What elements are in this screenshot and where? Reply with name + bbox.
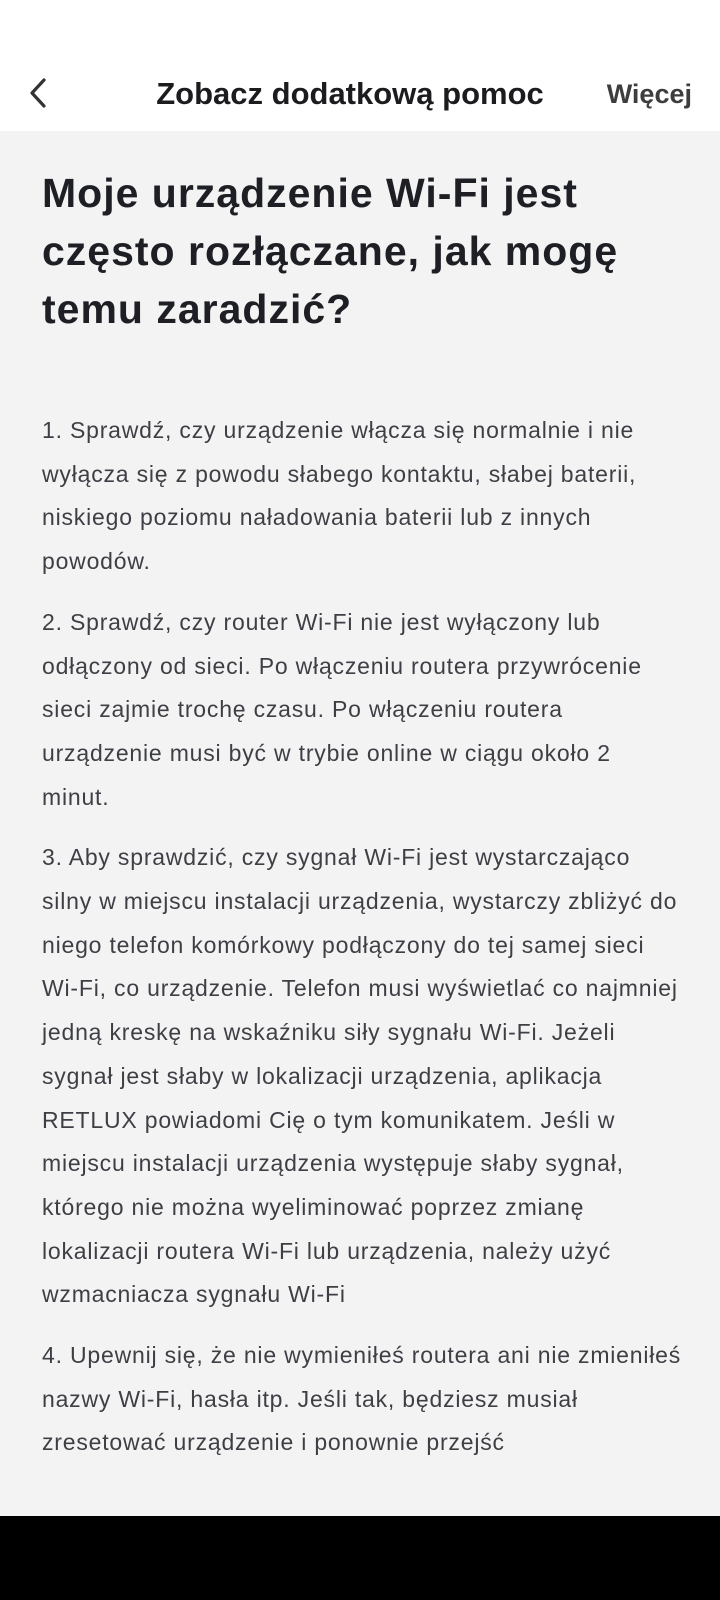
article-paragraph-1: 1. Sprawdź, czy urządzenie włącza się no…	[42, 417, 637, 575]
status-bar	[0, 0, 720, 60]
system-navigation-bar	[0, 1516, 720, 1600]
article-paragraph-3: 3. Aby sprawdzić, czy sygnał Wi-Fi jest …	[42, 844, 678, 1308]
chevron-left-icon	[30, 78, 46, 108]
top-app-bar: Zobacz dodatkową pomoc Więcej	[0, 60, 720, 131]
article-paragraph-4: 4. Upewnij się, że nie wymieniłeś router…	[42, 1342, 682, 1456]
article-title: Moje urządzenie Wi-Fi jest często rozłąc…	[42, 170, 619, 332]
back-button[interactable]	[18, 70, 58, 116]
article-paragraph-2: 2. Sprawdź, czy router Wi-Fi nie jest wy…	[42, 608, 642, 810]
page-title: Zobacz dodatkową pomoc	[156, 76, 544, 111]
more-button[interactable]: Więcej	[607, 72, 692, 116]
article-content: Moje urządzenie Wi-Fi jest często rozłąc…	[42, 131, 682, 1482]
article-body: 1. Sprawdź, czy urządzenie włącza się no…	[42, 409, 682, 1465]
